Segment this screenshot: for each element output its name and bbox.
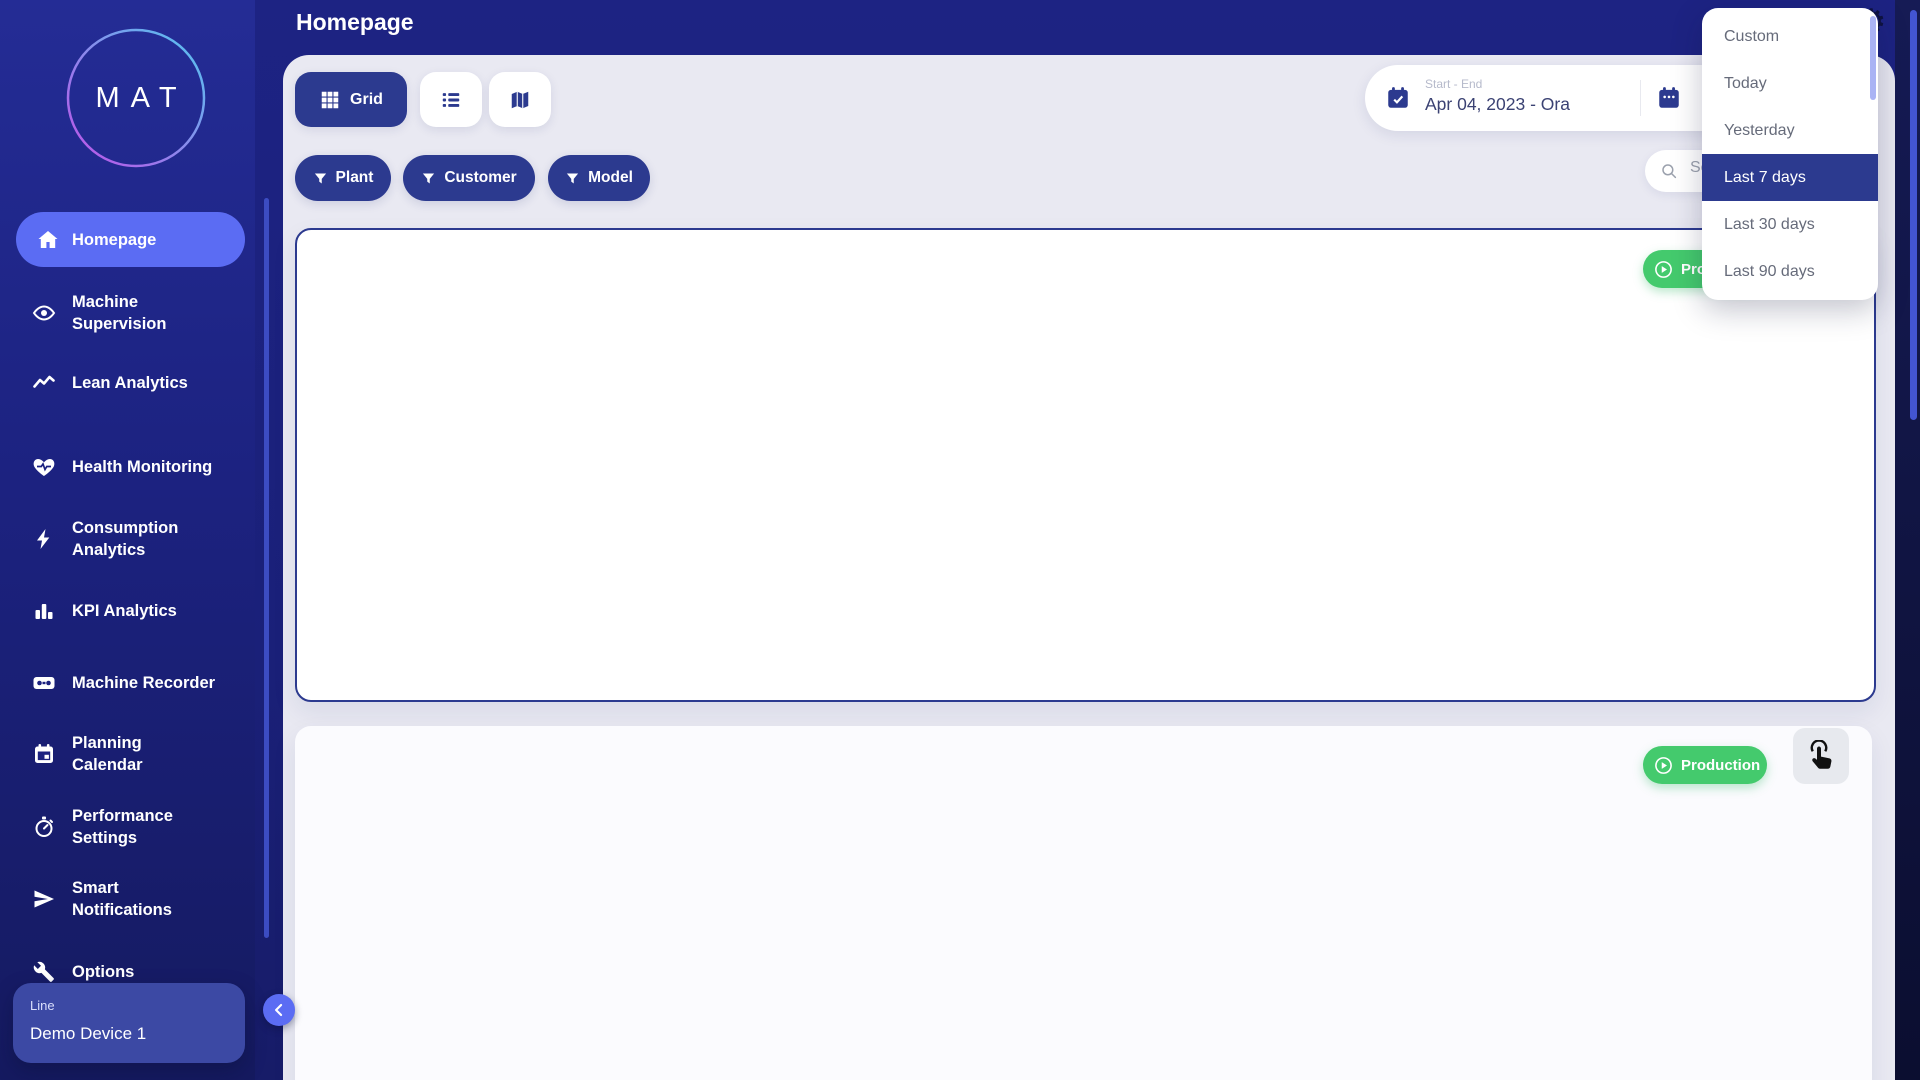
filter-customer-button[interactable]: Customer <box>403 155 535 201</box>
sidebar-item-label: Health Monitoring <box>72 456 212 478</box>
sidebar-item-label: KPI Analytics <box>72 600 177 622</box>
line-tooltip: Line Demo Device 1 <box>13 983 245 1063</box>
calendar-dots-icon[interactable] <box>1656 85 1682 111</box>
calendar-check-icon <box>1385 85 1411 111</box>
recorder-icon <box>32 671 56 695</box>
tooltip-label: Line <box>30 998 55 1013</box>
search-icon <box>1660 162 1678 180</box>
sidebar-item-performance-settings[interactable]: Performance Settings <box>0 805 255 849</box>
dropdown-item-last-30-days[interactable]: Last 30 days <box>1702 201 1878 248</box>
hand-cursor-icon <box>1805 740 1837 772</box>
dropdown-item-last-7-days[interactable]: Last 7 days <box>1702 154 1878 201</box>
heart-pulse-icon <box>32 455 56 479</box>
funnel-icon <box>565 171 580 186</box>
sidebar-item-machine-supervision[interactable]: Machine Supervision <box>0 291 255 335</box>
stopwatch-icon <box>32 815 56 839</box>
view-grid-button[interactable]: Grid <box>295 72 407 127</box>
dropdown-scrollbar[interactable] <box>1870 16 1876 100</box>
eye-icon <box>32 301 56 325</box>
sidebar-item-label: Consumption Analytics <box>72 517 178 561</box>
play-circle-icon <box>1653 755 1674 776</box>
sidebar-item-label: Options <box>72 961 134 983</box>
sidebar-item-machine-recorder[interactable]: Machine Recorder <box>0 672 255 694</box>
device-card-demo-device-1 <box>295 228 1876 702</box>
production-status-button[interactable]: Production <box>1643 746 1767 784</box>
date-preset-dropdown: Custom Today Yesterday Last 7 days Last … <box>1702 8 1878 300</box>
line-chart-icon <box>32 371 56 395</box>
view-list-button[interactable] <box>420 72 482 127</box>
sidebar-item-label: Homepage <box>72 229 156 251</box>
sidebar-scrollbar[interactable] <box>264 198 269 938</box>
device-action-button[interactable] <box>1793 728 1849 784</box>
calendar-icon <box>32 742 56 766</box>
dropdown-item-last-90-days[interactable]: Last 90 days <box>1702 248 1878 295</box>
list-icon <box>440 89 462 111</box>
sidebar-item-label: Lean Analytics <box>72 372 188 394</box>
sidebar-item-homepage[interactable]: Homepage <box>16 212 245 267</box>
wrench-icon <box>32 960 56 984</box>
view-grid-label: Grid <box>350 91 383 109</box>
bar-chart-icon <box>32 599 56 623</box>
dropdown-item-today[interactable]: Today <box>1702 60 1878 107</box>
production-status-label: Production <box>1681 757 1760 774</box>
sidebar-item-label: Planning Calendar <box>72 732 143 776</box>
grid-icon <box>319 89 341 111</box>
funnel-icon <box>421 171 436 186</box>
sidebar-item-planning-calendar[interactable]: Planning Calendar <box>0 732 255 776</box>
sidebar-item-label: Machine Supervision <box>72 291 166 335</box>
sidebar-item-kpi-analytics[interactable]: KPI Analytics <box>0 600 255 622</box>
filter-plant-label: Plant <box>336 169 374 187</box>
sidebar-collapse-button[interactable] <box>263 994 295 1026</box>
dropdown-item-yesterday[interactable]: Yesterday <box>1702 107 1878 154</box>
filter-model-label: Model <box>588 169 633 187</box>
mat-logo-text: MAT <box>66 28 206 168</box>
paper-plane-icon <box>32 887 56 911</box>
date-range-value: Apr 04, 2023 - Ora <box>1425 94 1570 115</box>
tooltip-value: Demo Device 1 <box>30 1024 146 1044</box>
sidebar-item-health-monitoring[interactable]: Health Monitoring <box>0 456 255 478</box>
sidebar-item-lean-analytics[interactable]: Lean Analytics <box>0 372 255 394</box>
home-icon <box>36 228 60 252</box>
sidebar-item-options[interactable]: Options <box>0 961 255 983</box>
date-range-label: Start - End <box>1425 77 1482 91</box>
page-scrollbar[interactable] <box>1910 10 1917 420</box>
filter-model-button[interactable]: Model <box>548 155 650 201</box>
sidebar-item-label: Performance Settings <box>72 805 173 849</box>
sidebar-item-label: Smart Notifications <box>72 877 172 921</box>
device-card-demo-device-2 <box>295 726 1872 1080</box>
page-title: Homepage <box>296 9 414 36</box>
sidebar-item-smart-notifications[interactable]: Smart Notifications <box>0 877 255 921</box>
divider <box>1640 80 1641 116</box>
map-icon <box>509 89 531 111</box>
view-map-button[interactable] <box>489 72 551 127</box>
app-window: Homepage ⚙ Grid Plant Customer Model Sta… <box>0 0 1920 1080</box>
bolt-icon <box>32 527 56 551</box>
dropdown-item-custom[interactable]: Custom <box>1702 13 1878 60</box>
play-circle-icon <box>1653 259 1674 280</box>
filter-customer-label: Customer <box>444 169 516 187</box>
funnel-icon <box>313 171 328 186</box>
sidebar-item-label: Machine Recorder <box>72 672 215 694</box>
filter-plant-button[interactable]: Plant <box>295 155 391 201</box>
sidebar-item-consumption-analytics[interactable]: Consumption Analytics <box>0 517 255 561</box>
sidebar: MAT Homepage Machine Supervision Lean An… <box>0 0 255 1080</box>
chevron-left-icon <box>269 1000 289 1020</box>
